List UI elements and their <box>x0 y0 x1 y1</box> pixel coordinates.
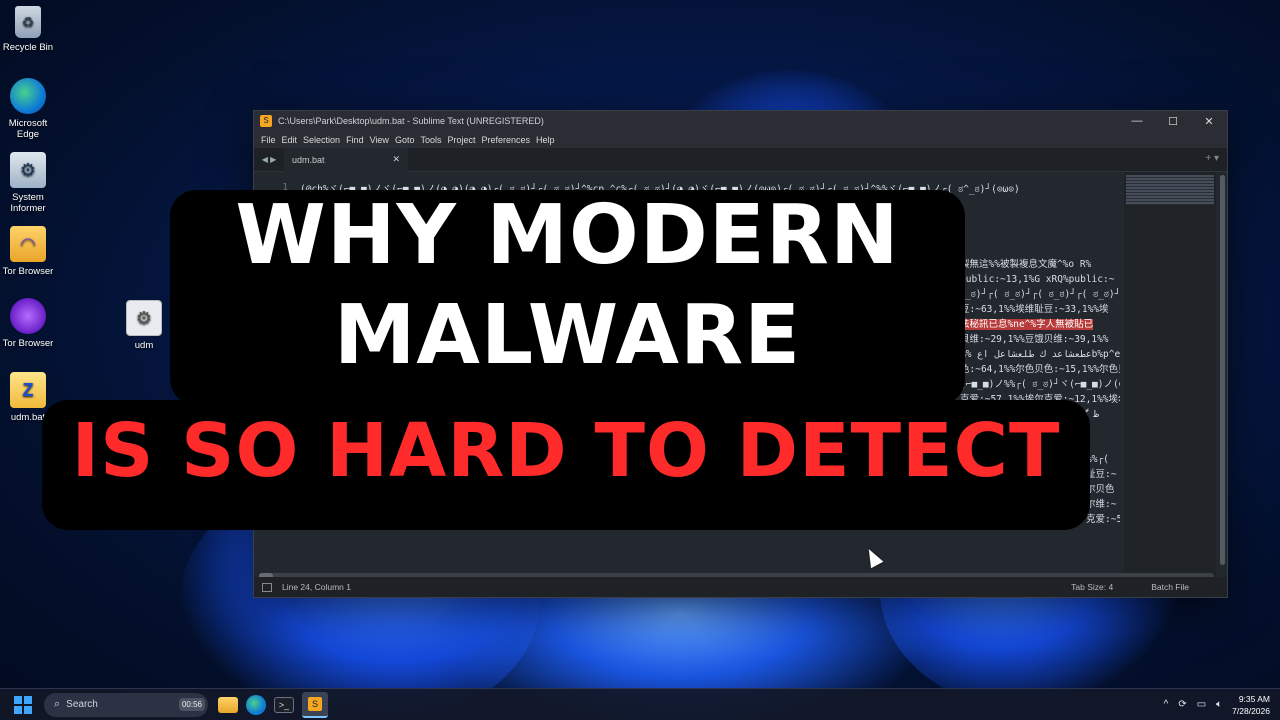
tab-label: udm.bat <box>292 154 325 165</box>
search-icon: ⌕ <box>54 698 61 710</box>
headline-line-2: MALWARE <box>333 288 802 383</box>
close-button[interactable]: ✕ <box>1191 115 1227 128</box>
highlighted-text: 法秘訊已息%ne^%字人無被貼已 <box>960 319 1094 330</box>
menu-help[interactable]: Help <box>533 135 558 145</box>
menu-find[interactable]: Find <box>343 135 367 145</box>
window-title: C:\Users\Park\Desktop\udm.bat - Sublime … <box>278 116 544 126</box>
new-tab-menu-icon[interactable]: + ▾ <box>1205 153 1219 164</box>
maximize-button[interactable]: ☐ <box>1155 115 1191 128</box>
minimap[interactable] <box>1124 172 1216 577</box>
headline-line-1-wrap: WHY MODERN <box>170 188 965 283</box>
tab-size[interactable]: Tab Size: 4 <box>1071 582 1113 592</box>
recycle-bin-icon: ♻ <box>15 6 41 38</box>
desktop-icon-tor-browser[interactable]: Tor Browser <box>0 298 60 349</box>
edge-icon[interactable] <box>246 694 266 715</box>
desktop-icon-label: Tor Browser <box>2 338 54 349</box>
search-label: Search <box>66 699 98 710</box>
clock-time: 9:35 AM <box>1238 693 1270 704</box>
menu-file[interactable]: File <box>258 135 279 145</box>
headline-line-2-wrap: MALWARE <box>170 288 965 383</box>
sync-icon[interactable]: ⟳ <box>1178 699 1186 710</box>
menu-view[interactable]: View <box>367 135 392 145</box>
gear-file-icon: ⚙ <box>126 300 162 336</box>
system-tray: ^ ⟳ ▭ 🔈︎ 9:35 AM 7/28/2026 <box>1164 693 1280 717</box>
bat-file-icon: Z <box>10 372 46 408</box>
menu-goto[interactable]: Goto <box>392 135 418 145</box>
tor-browser-icon <box>10 298 46 334</box>
cursor-position: Line 24, Column 1 <box>282 582 351 592</box>
search-chip: 00:56 <box>178 698 205 711</box>
taskbar: ⌕ Search 00:56 >_ S ^ ⟳ ▭ 🔈︎ 9:35 AM 7/2… <box>0 688 1280 720</box>
system-informer-icon: ⚙ <box>10 152 46 188</box>
panel-toggle-icon[interactable] <box>262 582 272 592</box>
tab-udm-bat[interactable]: udm.bat ✕ <box>284 147 408 172</box>
syntax-mode[interactable]: Batch File <box>1151 582 1189 592</box>
desktop-icon-recycle-bin[interactable]: ♻ Recycle Bin <box>0 6 60 53</box>
tab-close-icon[interactable]: ✕ <box>392 154 400 165</box>
start-button[interactable] <box>14 695 32 714</box>
desktop-icon-label: Tor Browser <box>2 266 54 277</box>
desktop-icon-system-informer[interactable]: ⚙ System Informer <box>0 152 60 214</box>
tab-bar: ◀ ▶ udm.bat ✕ + ▾ <box>254 147 1227 172</box>
desktop-icon-label: Microsoft Edge <box>8 118 48 140</box>
desktop-icon-tor-folder[interactable]: ◠ Tor Browser <box>0 226 60 277</box>
sublime-text-icon[interactable]: S <box>302 691 328 718</box>
sublime-logo-icon: S <box>260 115 272 127</box>
taskbar-search[interactable]: ⌕ Search 00:56 <box>44 692 208 717</box>
menu-project[interactable]: Project <box>444 135 478 145</box>
desktop-icon-label: Recycle Bin <box>2 42 54 53</box>
desktop-icon-label: System Informer <box>10 192 46 214</box>
file-explorer-icon[interactable] <box>218 696 238 713</box>
menu-preferences[interactable]: Preferences <box>478 135 533 145</box>
desktop-icon-udm[interactable]: ⚙ udm <box>112 300 176 351</box>
title-bar[interactable]: S C:\Users\Park\Desktop\udm.bat - Sublim… <box>254 111 1227 131</box>
menu-tools[interactable]: Tools <box>417 135 444 145</box>
vertical-scrollbar[interactable] <box>1220 175 1225 565</box>
clock[interactable]: 9:35 AM 7/28/2026 <box>1232 693 1270 717</box>
status-bar: Line 24, Column 1 Tab Size: 4 Batch File <box>254 577 1227 597</box>
clock-date: 7/28/2026 <box>1232 705 1270 716</box>
headline-line-3: IS SO HARD TO DETECT <box>71 408 1061 494</box>
folder-icon: ◠ <box>10 226 46 262</box>
volume-icon[interactable]: 🔈︎ <box>1216 699 1222 710</box>
tab-nav-arrows-icon[interactable]: ◀ ▶ <box>254 155 284 164</box>
menu-edit[interactable]: Edit <box>279 135 301 145</box>
minimize-button[interactable]: — <box>1119 115 1155 127</box>
headline-line-1: WHY MODERN <box>235 188 900 283</box>
tray-chevron-icon[interactable]: ^ <box>1164 699 1169 710</box>
headline-line-3-wrap: IS SO HARD TO DETECT <box>42 408 1090 494</box>
network-icon[interactable]: ▭ <box>1197 699 1206 710</box>
terminal-icon[interactable]: >_ <box>274 696 294 713</box>
desktop-icon-edge[interactable]: Microsoft Edge <box>0 78 60 140</box>
desktop-icon-label: udm <box>134 340 154 351</box>
minimap-preview <box>1126 175 1214 205</box>
edge-icon <box>10 78 46 114</box>
menu-bar: File Edit Selection Find View Goto Tools… <box>254 131 1227 148</box>
menu-selection[interactable]: Selection <box>300 135 343 145</box>
